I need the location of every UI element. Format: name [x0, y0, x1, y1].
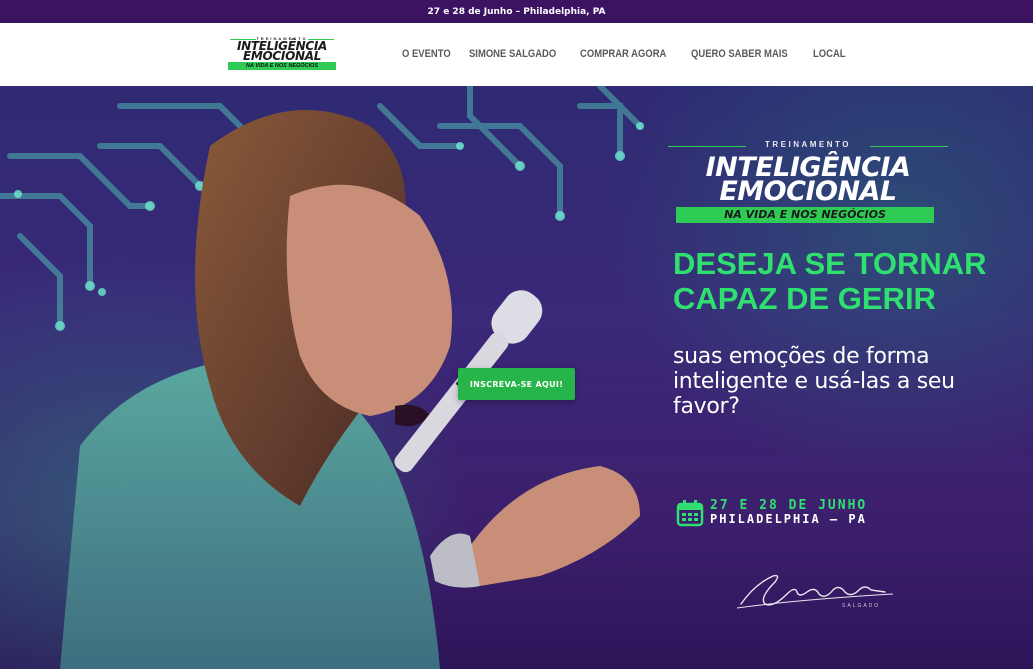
signup-button[interactable]: INSCREVA-SE AQUI!: [458, 368, 575, 400]
hero-headline: DESEJA SE TORNAR CAPAZ DE GERIR: [673, 246, 987, 316]
hero-brand-subtitle: NA VIDA E NOS NEGÓCIOS: [676, 207, 934, 223]
top-announcement-bar: 27 e 28 de Junho – Philadelphia, PA: [0, 0, 1033, 23]
nav-quero-saber-mais[interactable]: QUERO SABER MAIS: [691, 48, 788, 60]
nav-local[interactable]: LOCAL: [813, 48, 846, 60]
hero-eyebrow: TREINAMENTO: [668, 140, 948, 152]
nav-simone-salgado[interactable]: SIMONE SALGADO: [469, 48, 556, 60]
nav-comprar-agora[interactable]: COMPRAR AGORA: [580, 48, 666, 60]
hero-section: TREINAMENTO INTELIGÊNCIA EMOCIONAL NA VI…: [0, 86, 1033, 669]
calendar-icon: [676, 500, 704, 527]
eyebrow-rule-left: [668, 146, 746, 147]
eyebrow-rule-right: [870, 146, 948, 147]
hero-eyebrow-text: TREINAMENTO: [764, 140, 852, 149]
event-dates: 27 E 28 DE JUNHO: [710, 498, 868, 513]
logo-rule-right: [308, 39, 334, 40]
speaker-photo: [60, 110, 640, 669]
hero-brand-line-2: EMOCIONAL: [719, 176, 897, 207]
logo-rule-left: [230, 39, 256, 40]
event-date-location: 27 e 28 de Junho – Philadelphia, PA: [427, 6, 606, 17]
site-logo[interactable]: TREINAMENTO INTELIGÊNCIA EMOCIONAL NA VI…: [224, 36, 340, 74]
signature-subtitle: SALGADO: [842, 603, 881, 609]
logo-subtitle: NA VIDA E NOS NEGÓCIOS: [228, 62, 336, 70]
nav-o-evento[interactable]: O EVENTO: [402, 48, 451, 60]
site-header: TREINAMENTO INTELIGÊNCIA EMOCIONAL NA VI…: [0, 23, 1033, 86]
main-nav: O EVENTO SIMONE SALGADO COMPRAR AGORA QU…: [402, 48, 846, 60]
hero-subheadline: suas emoções de forma inteligente e usá-…: [673, 344, 955, 419]
event-location: PHILADELPHIA – PA: [710, 512, 867, 526]
